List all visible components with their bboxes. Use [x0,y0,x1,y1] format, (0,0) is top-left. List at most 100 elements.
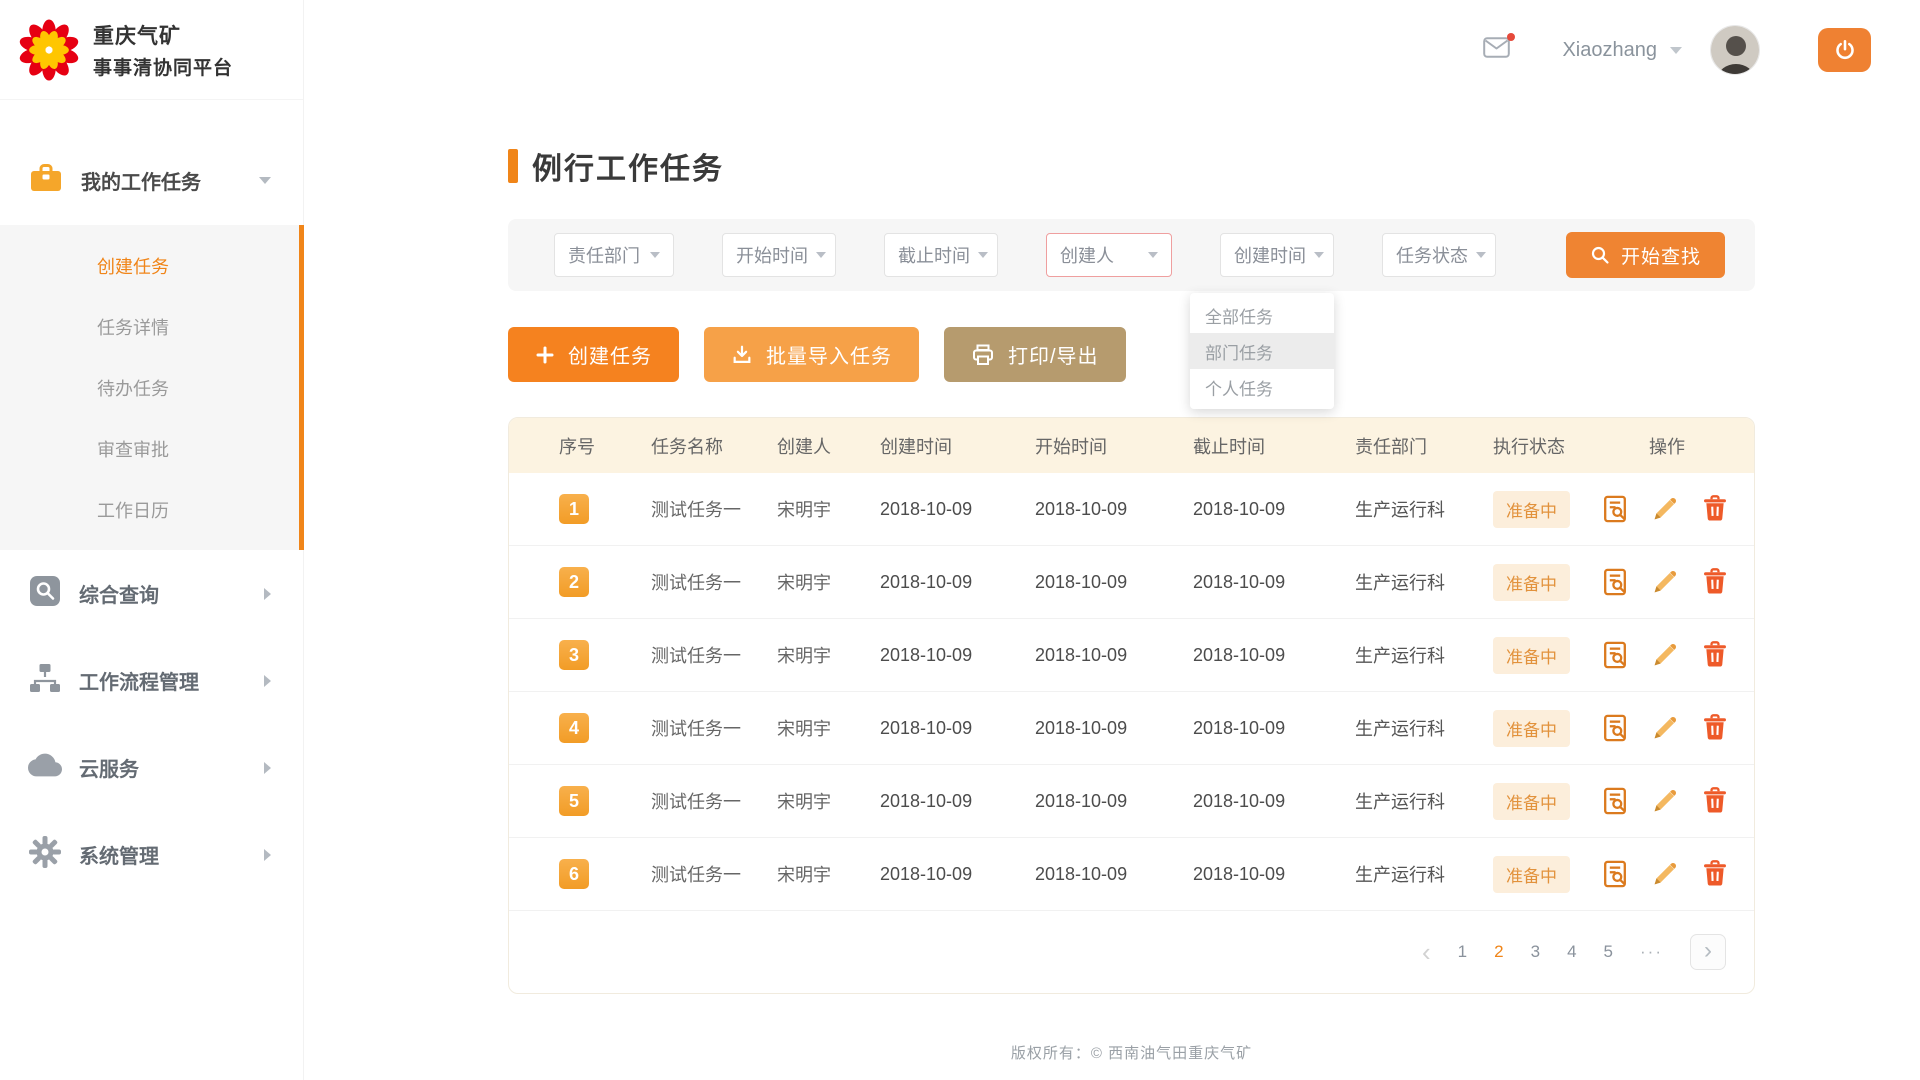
dropdown-option[interactable]: 个人任务 [1190,369,1334,405]
submenu-item-todo-task[interactable]: 待办任务 [0,357,303,418]
table-body: 1 测试任务一 宋明宇 2018-10-09 2018-10-09 2018-1… [509,473,1754,911]
view-detail-button[interactable] [1599,785,1631,817]
delete-button[interactable] [1699,639,1731,671]
main-area: Xiaozhang 例行工作任务 [304,0,1920,1080]
brand-line1: 重庆气矿 [93,20,233,50]
sidebar-item-label: 云服务 [79,753,139,782]
delete-button[interactable] [1699,712,1731,744]
cell-status: 准备中 [1493,710,1599,747]
edit-button[interactable] [1649,712,1681,744]
submenu-item-create-task[interactable]: 创建任务 [0,235,303,296]
sidebar-item-my-tasks[interactable]: 我的工作任务 [0,135,303,225]
trash-icon [1700,494,1730,524]
chevron-down-icon [259,177,271,184]
brand-line2: 事事清协同平台 [93,53,233,80]
page-number[interactable]: 3 [1531,942,1540,962]
filter-select-start-time[interactable]: 开始时间 [722,233,836,277]
row-number-badge: 2 [559,567,589,597]
filter-select-status[interactable]: 任务状态 [1382,233,1496,277]
filter-select-create-time[interactable]: 创建时间 [1220,233,1334,277]
table-row: 2 测试任务一 宋明宇 2018-10-09 2018-10-09 2018-1… [509,546,1754,619]
file-search-icon [1600,786,1630,816]
cell-created-time: 2018-10-09 [880,572,1035,593]
title-accent-bar [508,149,518,183]
filter-bar: 责任部门 开始时间 截止时间 创建人 创建时间 [508,219,1755,291]
avatar[interactable] [1710,25,1760,75]
power-icon [1834,39,1856,61]
cell-task-name: 测试任务一 [651,569,777,595]
submenu-item-review-approve[interactable]: 审查审批 [0,418,303,479]
cell-no: 3 [559,640,651,670]
delete-button[interactable] [1699,493,1731,525]
dropdown-option[interactable]: 全部任务 [1190,297,1334,333]
user-menu[interactable]: Xiaozhang [1562,39,1682,62]
notification-dot [1507,33,1515,41]
status-badge: 准备中 [1493,783,1570,820]
sidebar: 重庆气矿 事事清协同平台 我的工作任务 创建任务 任务详情 待办 [0,0,304,1080]
row-number-badge: 6 [559,859,589,889]
brand: 重庆气矿 事事清协同平台 [0,0,303,100]
submenu-item-task-detail[interactable]: 任务详情 [0,296,303,357]
search-icon [1590,245,1610,265]
cell-creator: 宋明宇 [777,788,880,814]
cell-task-name: 测试任务一 [651,496,777,522]
sidebar-item-query[interactable]: 综合查询 [0,550,303,637]
edit-button[interactable] [1649,858,1681,890]
filter-select-dept[interactable]: 责任部门 [554,233,674,277]
cloud-icon [28,748,62,787]
sidebar-item-cloud[interactable]: 云服务 [0,724,303,811]
cell-dept: 生产运行科 [1355,715,1493,741]
action-row: 创建任务 批量导入任务 打印/导出 [508,327,1755,382]
chevron-down-icon [1148,252,1158,258]
view-detail-button[interactable] [1599,566,1631,598]
cell-no: 4 [559,713,651,743]
pencil-icon [1650,713,1680,743]
prev-page-button[interactable]: ‹ [1422,939,1431,965]
cell-dept: 生产运行科 [1355,642,1493,668]
page-title-row: 例行工作任务 [508,146,1755,186]
view-detail-button[interactable] [1599,712,1631,744]
cell-creator: 宋明宇 [777,642,880,668]
delete-button[interactable] [1699,566,1731,598]
delete-button[interactable] [1699,858,1731,890]
sidebar-nav: 我的工作任务 创建任务 任务详情 待办任务 审查审批 工作日历 综合 [0,100,303,898]
page-number[interactable]: 5 [1604,942,1613,962]
edit-button[interactable] [1649,493,1681,525]
print-export-button[interactable]: 打印/导出 [944,327,1126,382]
edit-button[interactable] [1649,566,1681,598]
sidebar-item-system[interactable]: 系统管理 [0,811,303,898]
edit-button[interactable] [1649,639,1681,671]
filter-select-end-time[interactable]: 截止时间 [884,233,998,277]
dropdown-option[interactable]: 部门任务 [1190,333,1334,369]
create-task-button[interactable]: 创建任务 [508,327,679,382]
cell-status: 准备中 [1493,783,1599,820]
view-detail-button[interactable] [1599,639,1631,671]
cell-due-time: 2018-10-09 [1193,645,1355,666]
submenu-item-work-calendar[interactable]: 工作日历 [0,479,303,540]
logout-power-button[interactable] [1818,28,1871,72]
mail-button[interactable] [1483,37,1510,63]
sidebar-item-workflow[interactable]: 工作流程管理 [0,637,303,724]
import-icon [731,344,753,366]
page-number[interactable]: 4 [1567,942,1576,962]
batch-import-button[interactable]: 批量导入任务 [704,327,919,382]
pencil-icon [1650,859,1680,889]
view-detail-button[interactable] [1599,493,1631,525]
cell-no: 5 [559,786,651,816]
cell-actions [1599,858,1754,890]
search-square-icon [28,574,62,613]
file-search-icon [1600,494,1630,524]
delete-button[interactable] [1699,785,1731,817]
row-number-badge: 1 [559,494,589,524]
page-number[interactable]: 1 [1458,942,1467,962]
next-page-button[interactable]: › [1690,934,1726,970]
top-header: Xiaozhang [304,0,1920,100]
view-detail-button[interactable] [1599,858,1631,890]
search-button[interactable]: 开始查找 [1566,232,1725,278]
cell-no: 1 [559,494,651,524]
table-row: 4 测试任务一 宋明宇 2018-10-09 2018-10-09 2018-1… [509,692,1754,765]
page-number[interactable]: 2 [1494,942,1503,962]
edit-button[interactable] [1649,785,1681,817]
filter-select-creator[interactable]: 创建人 [1046,233,1172,277]
username: Xiaozhang [1562,39,1657,62]
